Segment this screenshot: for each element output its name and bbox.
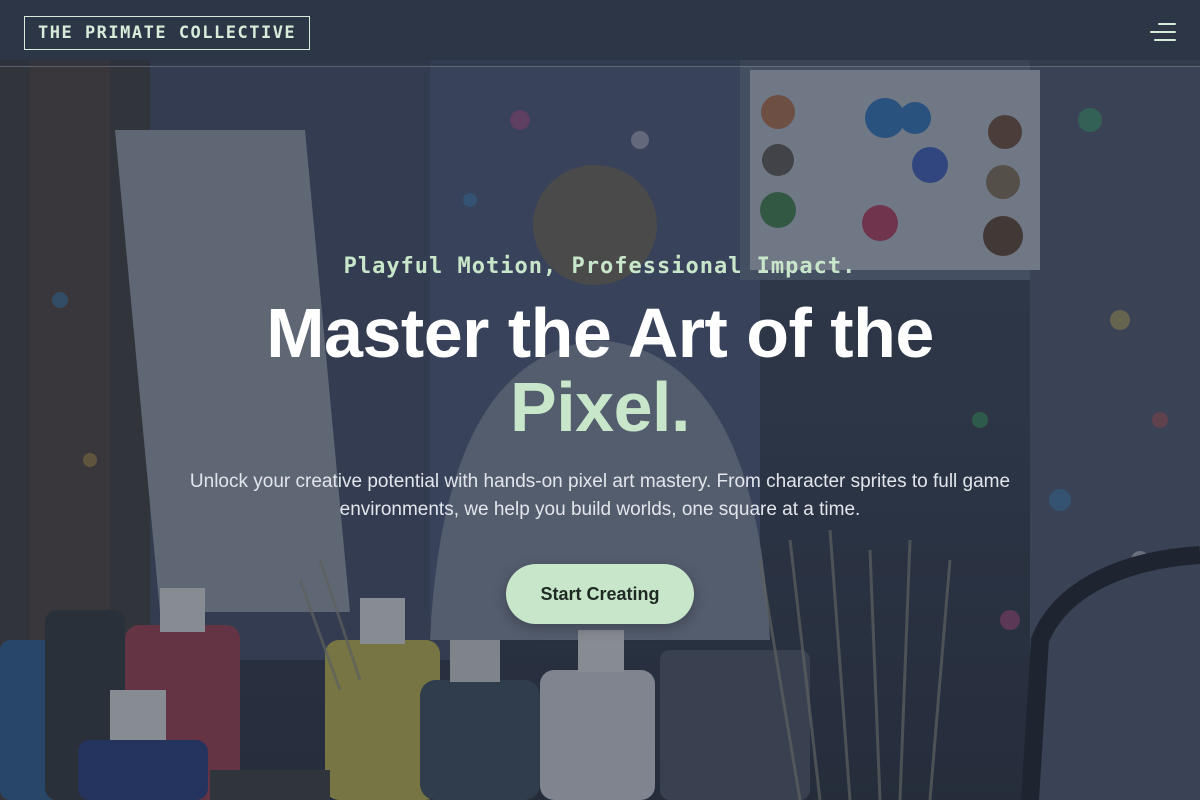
hero-headline-accent: Pixel. bbox=[510, 368, 690, 446]
hero-description: Unlock your creative potential with hand… bbox=[189, 471, 1011, 520]
start-creating-button[interactable]: Start Creating bbox=[506, 564, 694, 624]
hero-section: Playful Motion, Professional Impact. Mas… bbox=[0, 0, 1200, 800]
hero-tagline: Playful Motion, Professional Impact. bbox=[343, 254, 857, 279]
hero-headline: Master the Art of the bbox=[266, 294, 934, 372]
